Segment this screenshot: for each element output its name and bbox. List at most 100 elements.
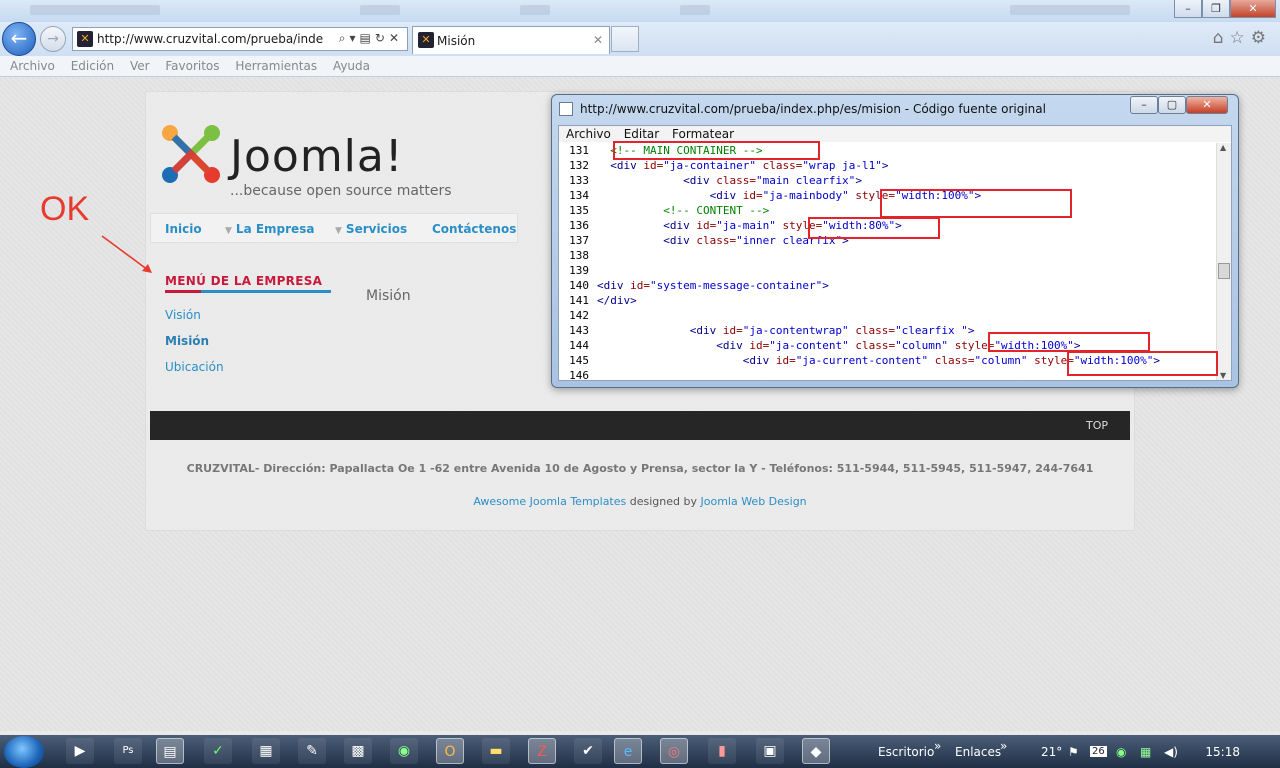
compat-view-icon[interactable]: ▤ [360, 31, 375, 45]
toolbar-escritorio[interactable]: Escritorio [878, 745, 934, 759]
menu-ayuda[interactable]: Ayuda [333, 56, 370, 76]
flag-icon[interactable]: ⚑ [1068, 745, 1079, 759]
source-line: 141 </div> [559, 293, 1209, 308]
forward-button[interactable]: → [40, 26, 66, 52]
close-button[interactable]: ✕ [1230, 0, 1276, 18]
annotation-arrow-icon [101, 235, 152, 273]
line-code: <div class="main clearfix"> [683, 174, 862, 187]
favorites-star-icon[interactable]: ☆ [1230, 28, 1251, 48]
source-scrollbar[interactable]: ▲ ▼ [1216, 143, 1231, 380]
menu-archivo[interactable]: Archivo [10, 56, 55, 76]
nav-la-empresa[interactable]: ▼ La Empresa [225, 222, 314, 236]
joomla-logo[interactable]: Joomla! ...because open source matters [160, 123, 460, 203]
target-app-icon[interactable]: ◎ [660, 738, 688, 764]
source-menu-archivo[interactable]: Archivo [566, 126, 611, 142]
line-code: <div id="system-message-container"> [597, 279, 829, 292]
nav-servicios[interactable]: ▼ Servicios [335, 222, 407, 236]
folder-icon[interactable]: ▬ [482, 738, 510, 764]
source-line: 139 [559, 263, 1209, 278]
new-tab-button[interactable] [611, 26, 639, 52]
messenger-icon[interactable]: ◉ [390, 738, 418, 764]
source-menu-editar[interactable]: Editar [624, 126, 660, 142]
grid-app-icon[interactable]: ▩ [344, 738, 372, 764]
task-app-icon[interactable]: ✔ [574, 738, 602, 764]
calculator-icon[interactable]: ▦ [252, 738, 280, 764]
address-input[interactable]: http://www.cruzvital.com/prueba/index.ph [97, 32, 323, 46]
eraser-icon[interactable]: ◆ [802, 738, 830, 764]
highlight-main-container [613, 141, 820, 160]
side-item-mision[interactable]: Misión [165, 334, 209, 348]
line-number: 140 [569, 279, 589, 292]
network-icon[interactable]: ▦ [1140, 745, 1151, 759]
source-minimize-button[interactable]: – [1130, 96, 1158, 114]
credit-link-templates[interactable]: Awesome Joomla Templates [473, 495, 626, 508]
titlebar-ghost-text [680, 5, 710, 15]
menu-edicion[interactable]: Edición [71, 56, 114, 76]
tab-mision[interactable]: ✕ Misión ✕ [412, 26, 610, 54]
back-to-top-link[interactable]: TOP [1086, 419, 1108, 432]
checkmark-icon[interactable]: ✓ [204, 738, 232, 764]
gear-icon[interactable]: ⚙ [1251, 28, 1272, 48]
media-player-icon[interactable]: ▶ [66, 738, 94, 764]
refresh-icon[interactable]: ↻ [375, 31, 389, 45]
start-button[interactable] [4, 736, 44, 768]
weather-temperature: 21° [1041, 745, 1063, 759]
side-item-ubicacion[interactable]: Ubicación [165, 360, 224, 374]
internet-explorer-icon[interactable]: e [614, 738, 642, 764]
photo-app-icon[interactable]: ▣ [756, 738, 784, 764]
menu-favoritos[interactable]: Favoritos [165, 56, 219, 76]
maximize-button[interactable]: ❐ [1202, 0, 1230, 18]
address-actions: ⌕▾▤↻✕ [339, 31, 403, 46]
search-icon[interactable]: ⌕ [339, 31, 350, 45]
clock: 15:18 [1205, 745, 1240, 759]
scroll-thumb[interactable] [1218, 263, 1230, 279]
notepad-icon[interactable]: ▤ [156, 738, 184, 764]
scroll-down-icon[interactable]: ▼ [1220, 371, 1226, 380]
expand-icon[interactable]: » [934, 739, 941, 753]
window-titlebar: – ❐ ✕ [0, 0, 1280, 22]
home-icon[interactable]: ⌂ [1213, 28, 1230, 48]
browser-navbar: ← → ✕ http://www.cruzvital.com/prueba/in… [0, 22, 1280, 57]
footer-credits: Awesome Joomla Templates designed by Joo… [150, 495, 1130, 508]
filezilla-icon[interactable]: Z [528, 738, 556, 764]
side-item-vision[interactable]: Visión [165, 308, 201, 322]
outlook-icon[interactable]: O [436, 738, 464, 764]
messenger-tray-icon[interactable]: ◉ [1116, 745, 1126, 759]
volume-icon[interactable]: ◀) [1164, 745, 1178, 759]
back-button[interactable]: ← [2, 22, 36, 56]
expand-icon[interactable]: » [1000, 739, 1007, 753]
menu-herramientas[interactable]: Herramientas [235, 56, 317, 76]
photoshop-icon[interactable]: Ps [114, 738, 142, 764]
source-menu-formatear[interactable]: Formatear [672, 126, 734, 142]
address-bar[interactable]: ✕ http://www.cruzvital.com/prueba/index.… [72, 27, 408, 51]
line-number: 135 [569, 204, 589, 217]
scroll-up-icon[interactable]: ▲ [1220, 143, 1226, 152]
minimize-button[interactable]: – [1174, 0, 1202, 18]
chevron-down-icon: ▼ [225, 226, 232, 236]
line-number: 144 [569, 339, 589, 352]
menu-ver[interactable]: Ver [130, 56, 150, 76]
calendar-icon[interactable]: 26 [1090, 746, 1107, 757]
line-number: 131 [569, 144, 589, 157]
toolbar-enlaces[interactable]: Enlaces [955, 745, 1001, 759]
stop-icon[interactable]: ✕ [389, 31, 403, 45]
site-favicon-icon: ✕ [77, 31, 93, 47]
nav-inicio[interactable]: Inicio [165, 222, 202, 236]
document-icon[interactable]: ▮ [708, 738, 736, 764]
credit-link-webdesign[interactable]: Joomla Web Design [700, 495, 806, 508]
source-close-button[interactable]: ✕ [1186, 96, 1228, 114]
nav-contactenos[interactable]: Contáctenos [432, 222, 516, 236]
source-maximize-button[interactable]: ▢ [1158, 96, 1186, 114]
line-code: <!-- CONTENT --> [663, 204, 770, 217]
logo-wordmark: Joomla! [230, 131, 404, 182]
logo-tagline: ...because open source matters [230, 183, 452, 199]
content-title: Misión [366, 288, 411, 304]
line-number: 137 [569, 234, 589, 247]
highlight-main-style [808, 217, 940, 239]
tab-close-icon[interactable]: ✕ [593, 33, 603, 47]
pencil-icon[interactable]: ✎ [298, 738, 326, 764]
arrow-right-icon: → [47, 31, 59, 47]
line-number: 138 [569, 249, 589, 262]
highlight-mainbody-style [880, 189, 1072, 218]
dropdown-icon[interactable]: ▾ [350, 31, 360, 45]
